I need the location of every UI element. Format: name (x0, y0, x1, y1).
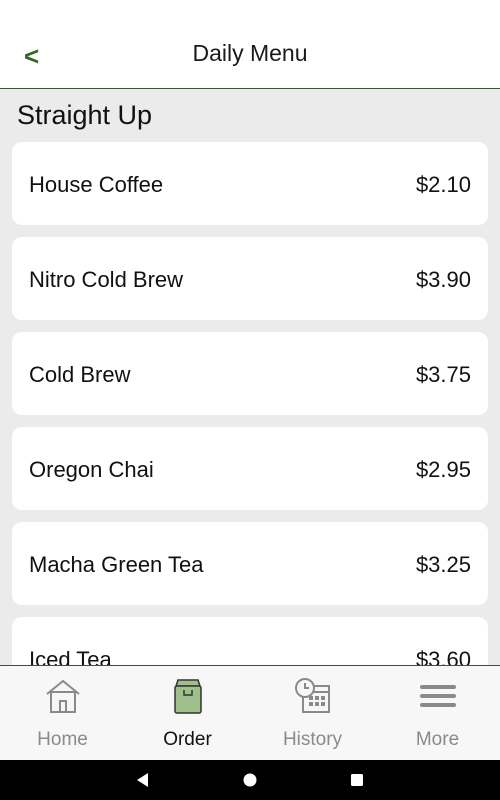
section-title: Straight Up (17, 100, 153, 130)
nav-item-more[interactable]: More (375, 666, 500, 760)
menu-item[interactable]: Macha Green Tea $3.25 (12, 522, 488, 605)
system-nav-bar (0, 760, 500, 800)
menu-item-price: $3.90 (415, 267, 471, 292)
menu-item-name: Macha Green Tea (29, 552, 204, 577)
nav-label-history: History (282, 729, 343, 750)
nav-label-home: Home (37, 729, 88, 750)
nav-item-home[interactable]: Home (0, 666, 125, 760)
menu-list: House Coffee $2.10 Nitro Cold Brew $3.90… (12, 142, 488, 665)
back-triangle-icon[interactable] (135, 772, 151, 788)
nav-item-order[interactable]: Order (125, 666, 250, 760)
menu-item-price: $3.60 (415, 647, 471, 665)
menu-item-price: $3.25 (415, 552, 471, 577)
menu-item-name: House Coffee (29, 172, 164, 197)
menu-item-price: $3.75 (415, 362, 471, 387)
menu-item[interactable]: Oregon Chai $2.95 (12, 427, 488, 510)
menu-item-name: Nitro Cold Brew (29, 267, 184, 292)
bottom-nav: Home Order History More (0, 665, 500, 760)
menu-item-name: Iced Tea (29, 647, 112, 665)
menu-item[interactable]: Nitro Cold Brew $3.90 (12, 237, 488, 320)
nav-label-order: Order (163, 729, 212, 750)
menu-item[interactable]: House Coffee $2.10 (12, 142, 488, 225)
app-header: < Daily Menu (0, 0, 500, 89)
menu-item-price: $2.10 (415, 172, 471, 197)
menu-item-name: Cold Brew (29, 362, 131, 387)
menu-item-price: $2.95 (415, 457, 471, 482)
menu-item[interactable]: Iced Tea $3.60 (12, 617, 488, 665)
recents-square-icon[interactable] (349, 772, 365, 788)
home-circle-icon[interactable] (242, 772, 258, 788)
menu-content[interactable]: Straight Up House Coffee $2.10 Nitro Col… (0, 90, 500, 665)
menu-item-name: Oregon Chai (29, 457, 154, 482)
bag-icon (173, 679, 202, 714)
menu-icon (419, 685, 456, 707)
home-icon (45, 679, 80, 713)
nav-item-history[interactable]: History (250, 666, 375, 760)
history-calendar-icon (294, 678, 330, 713)
menu-item[interactable]: Cold Brew $3.75 (12, 332, 488, 415)
page-title: Daily Menu (192, 40, 308, 66)
nav-label-more: More (415, 729, 460, 750)
